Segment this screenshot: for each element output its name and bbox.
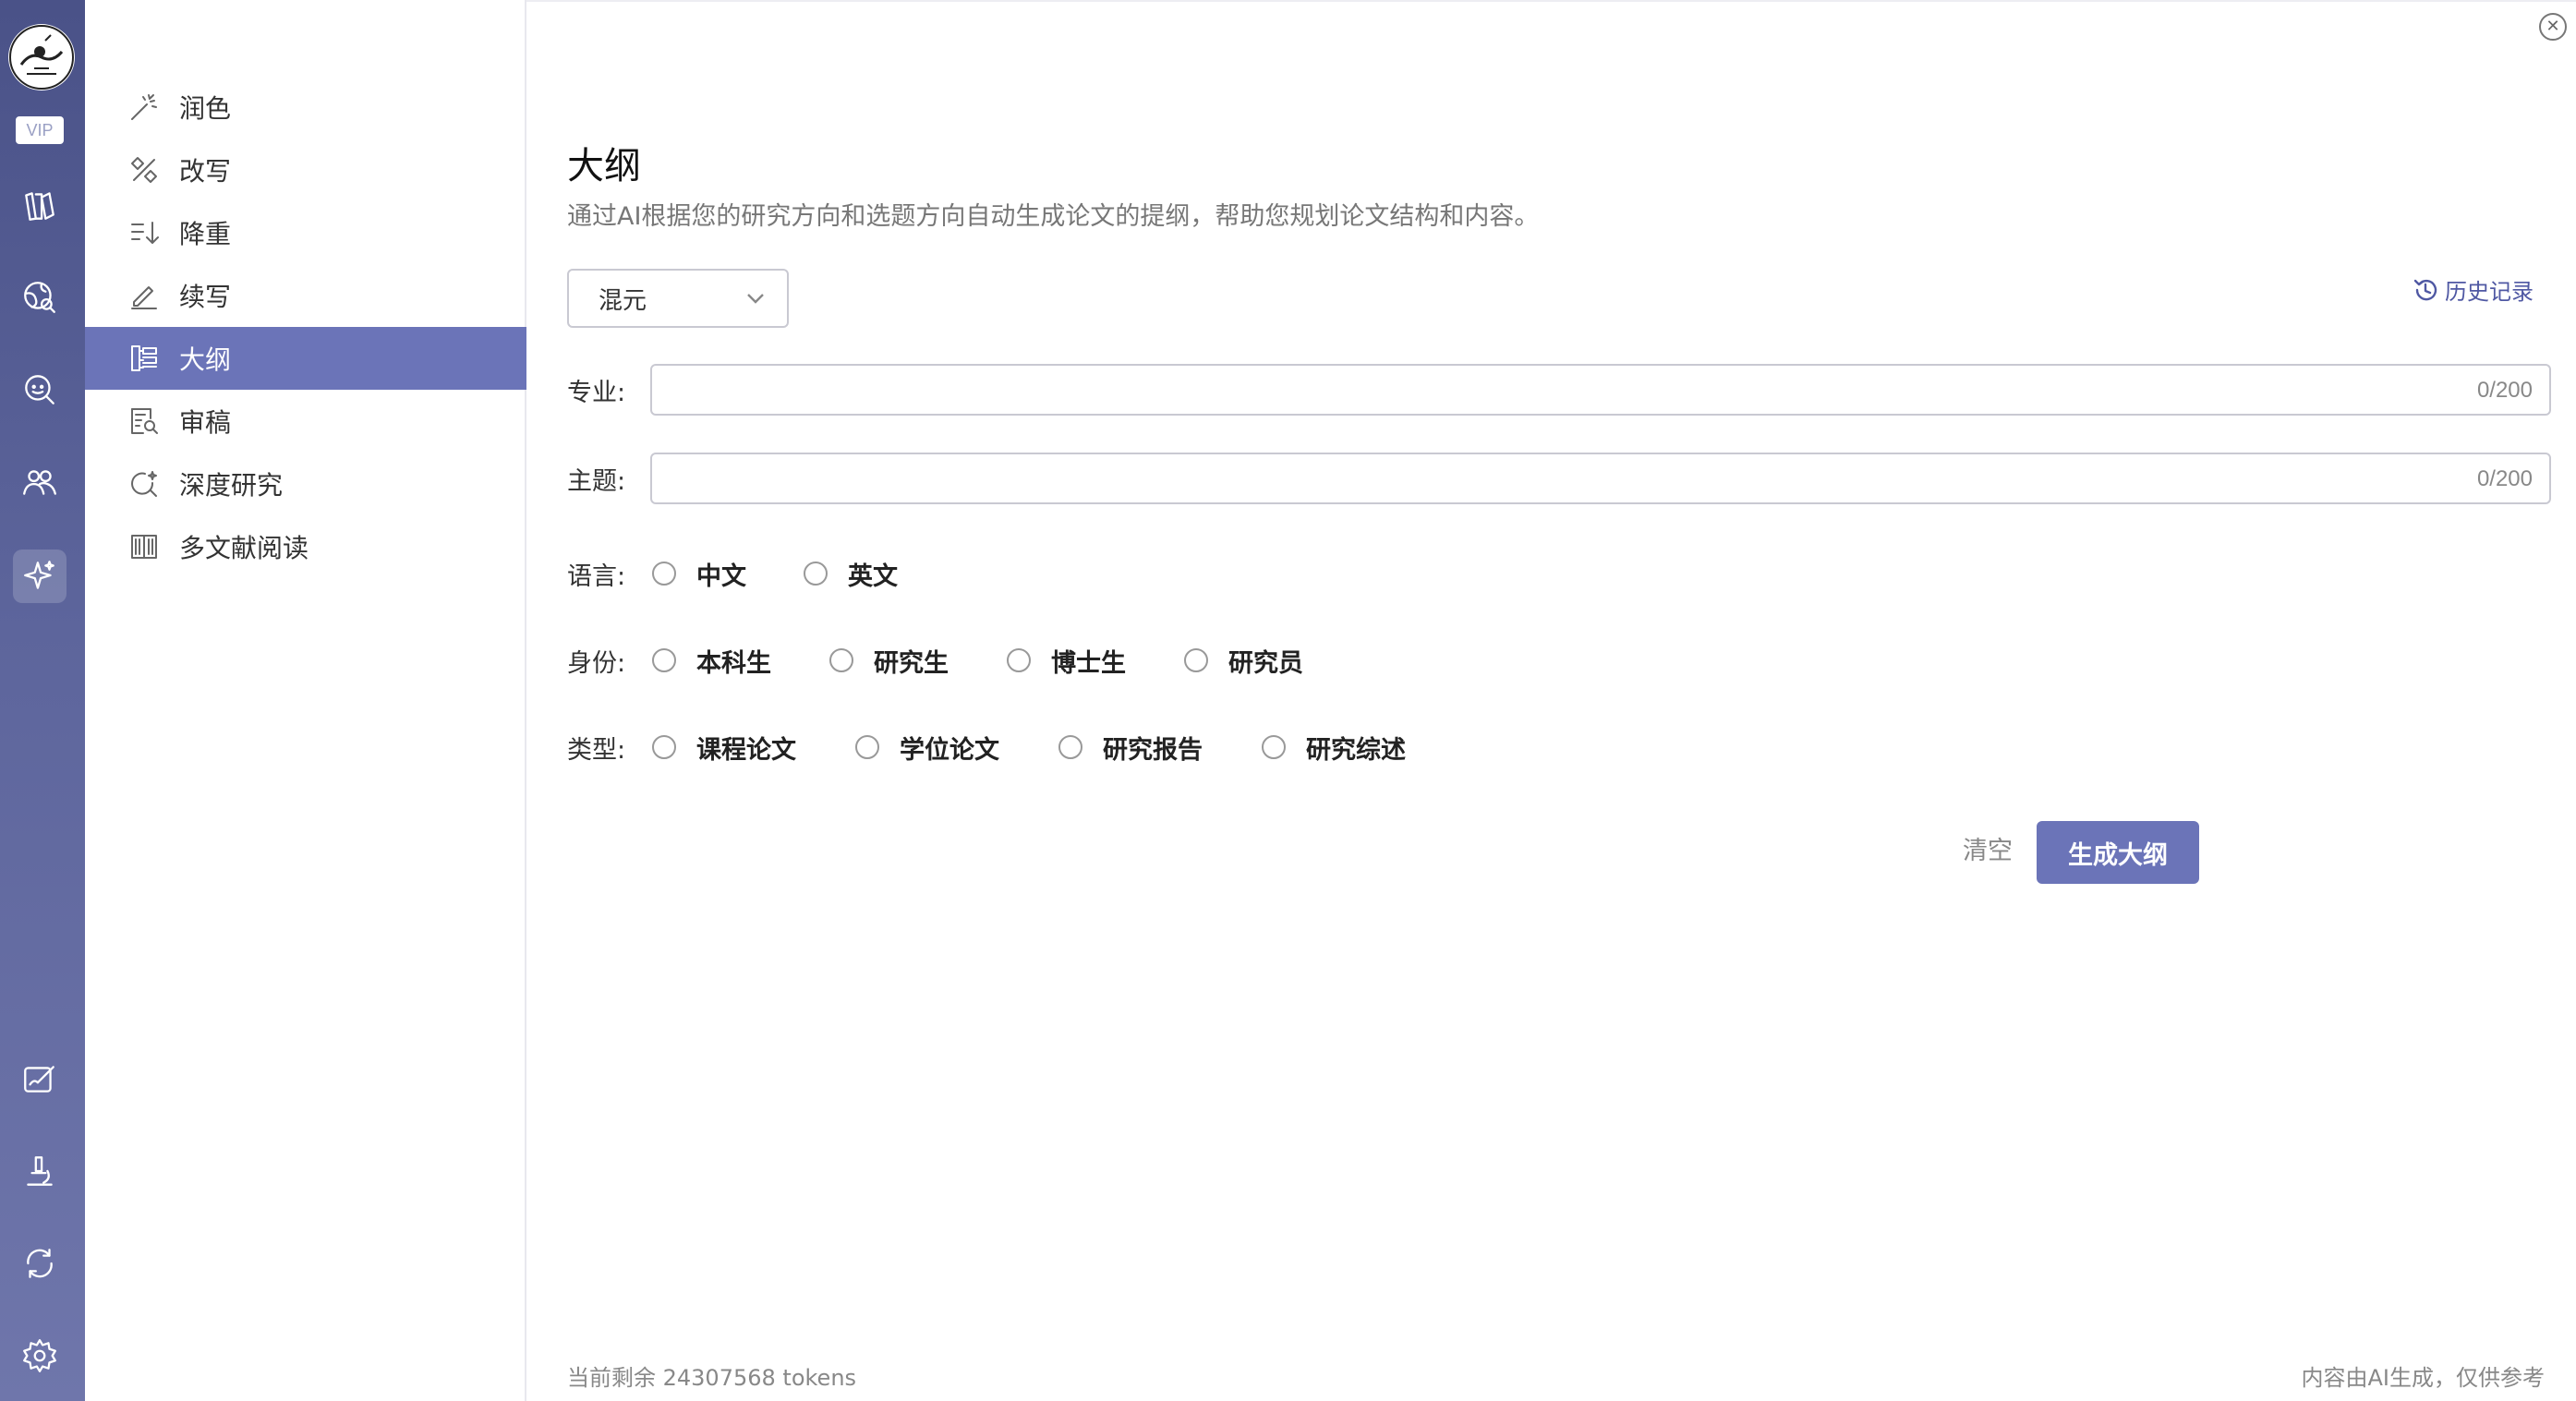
radio-circle[interactable] bbox=[829, 648, 853, 672]
radio-circle[interactable] bbox=[652, 735, 676, 759]
app-logo[interactable] bbox=[8, 24, 75, 91]
sidebar-item-label: 深度研究 bbox=[179, 470, 284, 501]
radio-type-research-report[interactable]: 研究报告 bbox=[1058, 730, 1262, 766]
sidebar-item-label: 续写 bbox=[179, 282, 232, 312]
sidebar-item-label: 多文献阅读 bbox=[179, 533, 309, 563]
radio-circle[interactable] bbox=[1058, 735, 1082, 759]
ai-sparkle-icon[interactable] bbox=[13, 550, 67, 603]
topic-char-count: 0/200 bbox=[2476, 466, 2533, 491]
search-icon[interactable] bbox=[13, 363, 67, 417]
sidebar-item-label: 审稿 bbox=[179, 407, 232, 438]
sidebar-item-polish[interactable]: 润色 bbox=[85, 76, 526, 139]
left-rail: VIP bbox=[0, 0, 85, 1401]
sidebar-item-multi-doc-reading[interactable]: 多文献阅读 bbox=[85, 515, 526, 578]
radio-label: 博士生 bbox=[1051, 648, 1126, 678]
radio-circle[interactable] bbox=[652, 562, 676, 586]
history-icon bbox=[2413, 279, 2437, 300]
page-title: 大纲 bbox=[567, 145, 641, 187]
radio-label: 研究报告 bbox=[1103, 735, 1203, 765]
globe-search-icon[interactable] bbox=[13, 271, 67, 324]
book-icon bbox=[127, 530, 161, 563]
major-field-row: 专业: 0/200 bbox=[567, 364, 2551, 416]
history-label: 历史记录 bbox=[2445, 279, 2534, 305]
radio-language-chinese[interactable]: 中文 bbox=[652, 556, 804, 592]
major-char-count: 0/200 bbox=[2476, 378, 2533, 403]
review-icon bbox=[127, 405, 161, 438]
page-subtitle: 通过AI根据您的研究方向和选题方向自动生成论文的提纲，帮助您规划论文结构和内容。 bbox=[567, 202, 1540, 231]
radio-label: 研究员 bbox=[1228, 648, 1303, 678]
refresh-icon[interactable] bbox=[13, 1237, 67, 1290]
topic-label: 主题: bbox=[567, 466, 626, 496]
main-panel: ✕ 大纲 通过AI根据您的研究方向和选题方向自动生成论文的提纲，帮助您规划论文结… bbox=[526, 0, 2576, 1401]
settings-icon[interactable] bbox=[13, 1329, 67, 1383]
sidebar-item-label: 大纲 bbox=[179, 344, 232, 375]
topic-input[interactable] bbox=[652, 454, 2549, 502]
radio-identity-phd[interactable]: 博士生 bbox=[1007, 643, 1184, 679]
chevron-down-icon bbox=[744, 287, 767, 316]
radio-type-review[interactable]: 研究综述 bbox=[1262, 730, 1406, 766]
identity-row: 身份: 本科生 研究生 博士生 研究员 bbox=[567, 640, 1303, 681]
users-icon[interactable] bbox=[13, 455, 67, 509]
topic-field-row: 主题: 0/200 bbox=[567, 453, 2551, 504]
radio-label: 研究综述 bbox=[1306, 735, 1406, 765]
history-link[interactable]: 历史记录 bbox=[2412, 273, 2534, 306]
radio-identity-researcher[interactable]: 研究员 bbox=[1184, 643, 1303, 679]
radio-label: 英文 bbox=[848, 562, 898, 591]
model-select-value: 混元 bbox=[599, 286, 647, 315]
clear-button[interactable]: 清空 bbox=[1963, 830, 2013, 866]
sidebar-item-label: 降重 bbox=[179, 219, 232, 249]
radio-circle[interactable] bbox=[804, 562, 828, 586]
topic-input-wrap: 0/200 bbox=[650, 453, 2551, 504]
edit-icon[interactable] bbox=[13, 1052, 67, 1105]
deep-research-icon bbox=[127, 467, 161, 501]
reduce-icon bbox=[127, 216, 161, 249]
vip-badge: VIP bbox=[16, 116, 64, 144]
radio-type-thesis[interactable]: 学位论文 bbox=[855, 730, 1058, 766]
sidebar-item-label: 润色 bbox=[179, 93, 232, 124]
major-input[interactable] bbox=[652, 366, 2549, 414]
major-input-wrap: 0/200 bbox=[650, 364, 2551, 416]
language-row: 语言: 中文 英文 bbox=[567, 553, 898, 594]
feature-sidebar: 润色 改写 降重 续写 大纲 审稿 深度研究 多文献阅读 bbox=[85, 0, 526, 1401]
magic-wand-icon bbox=[127, 91, 161, 124]
radio-circle[interactable] bbox=[1184, 648, 1208, 672]
language-label: 语言: bbox=[567, 562, 626, 591]
library-icon[interactable] bbox=[13, 178, 67, 232]
radio-circle[interactable] bbox=[1007, 648, 1031, 672]
sidebar-item-review[interactable]: 审稿 bbox=[85, 390, 526, 453]
model-select[interactable]: 混元 bbox=[567, 269, 789, 328]
sidebar-item-reduce[interactable]: 降重 bbox=[85, 201, 526, 264]
radio-label: 课程论文 bbox=[696, 735, 796, 765]
radio-identity-graduate[interactable]: 研究生 bbox=[829, 643, 1007, 679]
identity-label: 身份: bbox=[567, 648, 626, 678]
sidebar-item-label: 改写 bbox=[179, 156, 232, 187]
major-label: 专业: bbox=[567, 378, 626, 407]
ai-disclaimer: 内容由AI生成，仅供参考 bbox=[2301, 1365, 2546, 1391]
generate-outline-button[interactable]: 生成大纲 bbox=[2037, 821, 2199, 884]
microscope-icon[interactable] bbox=[13, 1144, 67, 1198]
radio-circle[interactable] bbox=[1262, 735, 1286, 759]
radio-label: 中文 bbox=[696, 562, 746, 591]
radio-label: 本科生 bbox=[696, 648, 771, 678]
outline-icon bbox=[127, 342, 161, 375]
radio-circle[interactable] bbox=[652, 648, 676, 672]
radio-circle[interactable] bbox=[855, 735, 879, 759]
radio-type-course-paper[interactable]: 课程论文 bbox=[652, 730, 855, 766]
close-icon[interactable]: ✕ bbox=[2539, 13, 2567, 41]
radio-language-english[interactable]: 英文 bbox=[804, 556, 898, 592]
sidebar-item-deep-research[interactable]: 深度研究 bbox=[85, 453, 526, 515]
tokens-remaining: 当前剩余 24307568 tokens bbox=[567, 1365, 857, 1391]
radio-label: 研究生 bbox=[874, 648, 949, 678]
radio-label: 学位论文 bbox=[900, 735, 999, 765]
radio-identity-undergraduate[interactable]: 本科生 bbox=[652, 643, 829, 679]
sidebar-item-continue[interactable]: 续写 bbox=[85, 264, 526, 327]
type-label: 类型: bbox=[567, 735, 626, 765]
pen-icon bbox=[127, 279, 161, 312]
sidebar-item-outline[interactable]: 大纲 bbox=[85, 327, 526, 390]
sidebar-item-rewrite[interactable]: 改写 bbox=[85, 139, 526, 201]
type-row: 类型: 课程论文 学位论文 研究报告 研究综述 bbox=[567, 727, 1406, 767]
rewrite-icon bbox=[127, 153, 161, 187]
